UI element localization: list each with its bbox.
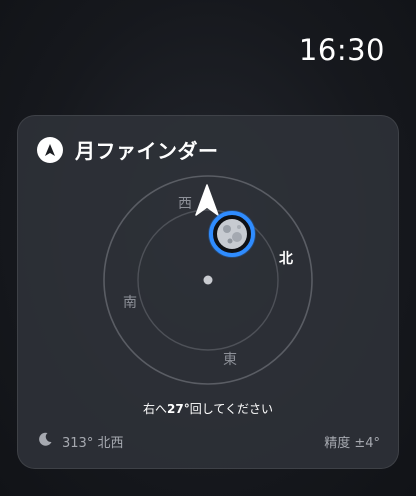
rotation-instruction: 右へ27°回してください bbox=[18, 400, 398, 417]
accuracy-value: 精度 ±4° bbox=[324, 436, 380, 451]
crescent-moon-icon bbox=[37, 431, 53, 451]
screen: 16:30 月ファインダー 西 北 南 東 右へ27°回してください 313° … bbox=[0, 0, 416, 496]
instruction-suffix: 回してください bbox=[189, 402, 273, 416]
status-time: 16:30 bbox=[298, 33, 385, 67]
direction-south: 南 bbox=[123, 295, 137, 311]
moon-finder-widget[interactable]: 月ファインダー 西 北 南 東 右へ27°回してください 313° 北西 精度 … bbox=[17, 115, 399, 469]
compass-center-dot bbox=[203, 275, 213, 285]
moon-azimuth: 313° 北西 bbox=[37, 431, 123, 451]
instruction-prefix: 右へ bbox=[143, 402, 168, 416]
instruction-degrees: 27° bbox=[167, 402, 190, 416]
direction-east: 東 bbox=[223, 352, 237, 368]
direction-west: 西 bbox=[178, 196, 192, 212]
azimuth-value: 313° 北西 bbox=[62, 435, 124, 451]
full-moon-icon bbox=[208, 210, 256, 258]
direction-north: 北 bbox=[279, 251, 293, 267]
